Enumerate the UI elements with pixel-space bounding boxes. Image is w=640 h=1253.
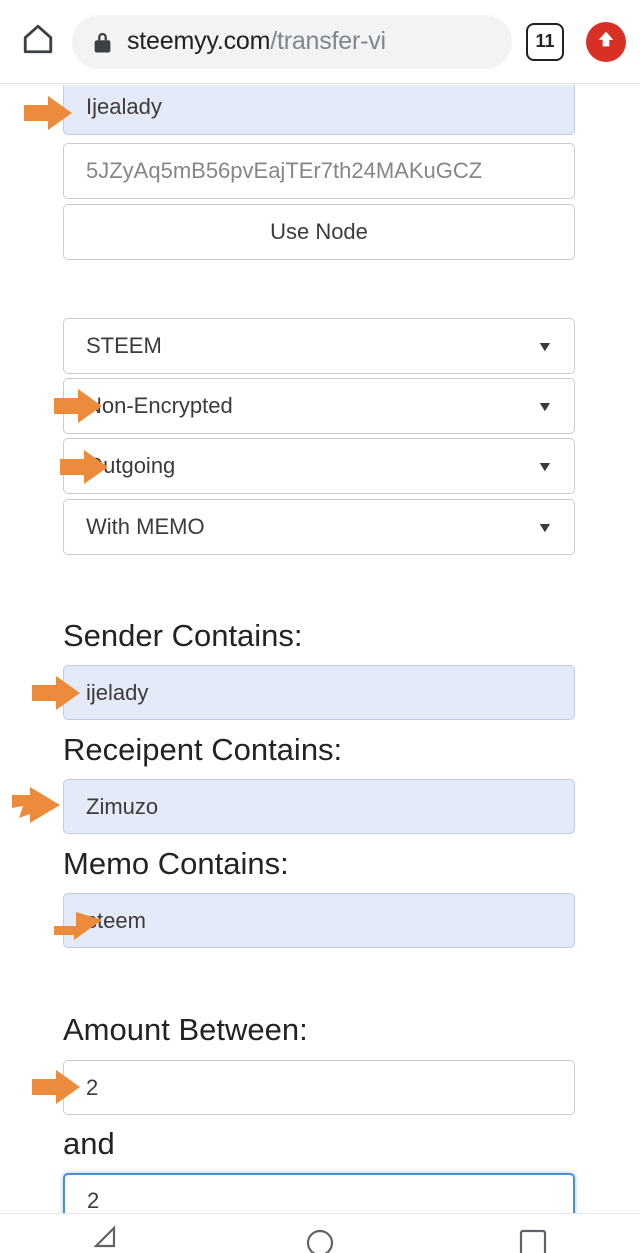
sender-input[interactable]: ijelady bbox=[63, 665, 575, 720]
phone-screen: steemyy.com/transfer-vi 11 Ijealady 5JZy… bbox=[0, 0, 640, 1253]
home-circle-icon bbox=[303, 1224, 337, 1253]
amount-max-input[interactable]: 2 bbox=[63, 1173, 575, 1213]
use-node-label: Use Node bbox=[270, 219, 368, 244]
home-icon bbox=[21, 22, 55, 61]
update-button[interactable] bbox=[586, 21, 626, 62]
url-path: /transfer-vi bbox=[270, 27, 386, 55]
amount-max-value: 2 bbox=[87, 1187, 100, 1213]
memo-value: steem bbox=[86, 907, 146, 933]
tab-counter-button[interactable]: 11 bbox=[526, 22, 564, 61]
nav-recents-button[interactable] bbox=[498, 1224, 568, 1253]
use-node-button[interactable]: Use Node bbox=[63, 204, 575, 260]
pointer-arrow-recipient bbox=[10, 785, 62, 825]
url-text: steemyy.com/transfer-vi bbox=[127, 27, 386, 56]
chevron-down-icon: ▼ bbox=[536, 338, 554, 354]
address-bar[interactable]: steemyy.com/transfer-vi bbox=[72, 14, 512, 69]
up-arrow-icon bbox=[595, 28, 617, 55]
select-encryption[interactable]: Non-Encrypted ▼ bbox=[63, 378, 575, 434]
select-currency-value: STEEM bbox=[86, 333, 162, 358]
sender-label: Sender Contains: bbox=[63, 618, 303, 653]
memo-label: Memo Contains: bbox=[63, 846, 289, 881]
page-content: Ijealady 5JZyAq5mB56pvEajTEr7th24MAKuGCZ… bbox=[0, 85, 640, 1213]
private-key-input[interactable]: 5JZyAq5mB56pvEajTEr7th24MAKuGCZ bbox=[63, 143, 575, 199]
select-memo-filter-value: With MEMO bbox=[86, 514, 205, 539]
select-direction-value: Outgoing bbox=[86, 453, 176, 478]
recipient-value: Zimuzo bbox=[86, 793, 159, 819]
back-triangle-icon bbox=[90, 1224, 124, 1253]
recipient-label: Receipent Contains: bbox=[63, 732, 343, 767]
recents-square-icon bbox=[516, 1224, 550, 1253]
sender-value: ijelady bbox=[86, 679, 149, 705]
android-navigation-bar bbox=[0, 1213, 640, 1253]
nav-back-button[interactable] bbox=[72, 1224, 142, 1253]
amount-min-value: 2 bbox=[86, 1074, 99, 1100]
select-direction[interactable]: Outgoing ▼ bbox=[63, 438, 575, 494]
amount-conjunction: and bbox=[63, 1126, 115, 1161]
amount-min-input[interactable]: 2 bbox=[63, 1060, 575, 1115]
tab-count-label: 11 bbox=[535, 31, 555, 51]
url-domain: steemyy.com bbox=[127, 27, 271, 55]
chevron-down-icon: ▼ bbox=[536, 519, 554, 535]
memo-input[interactable]: steem bbox=[63, 893, 575, 948]
lock-icon bbox=[92, 30, 113, 54]
nav-home-button[interactable] bbox=[285, 1224, 355, 1253]
select-currency[interactable]: STEEM ▼ bbox=[63, 318, 575, 374]
home-button[interactable] bbox=[14, 18, 62, 66]
chevron-down-icon: ▼ bbox=[536, 458, 554, 474]
amount-label: Amount Between: bbox=[63, 1012, 308, 1047]
browser-toolbar: steemyy.com/transfer-vi 11 bbox=[0, 0, 640, 84]
recipient-input[interactable]: Zimuzo bbox=[63, 779, 575, 834]
select-encryption-value: Non-Encrypted bbox=[86, 393, 233, 418]
account-name-input[interactable]: Ijealady bbox=[63, 85, 575, 135]
chevron-down-icon: ▼ bbox=[536, 398, 554, 414]
account-name-value: Ijealady bbox=[86, 94, 162, 119]
private-key-placeholder: 5JZyAq5mB56pvEajTEr7th24MAKuGCZ bbox=[86, 158, 483, 183]
select-memo-filter[interactable]: With MEMO ▼ bbox=[63, 499, 575, 555]
